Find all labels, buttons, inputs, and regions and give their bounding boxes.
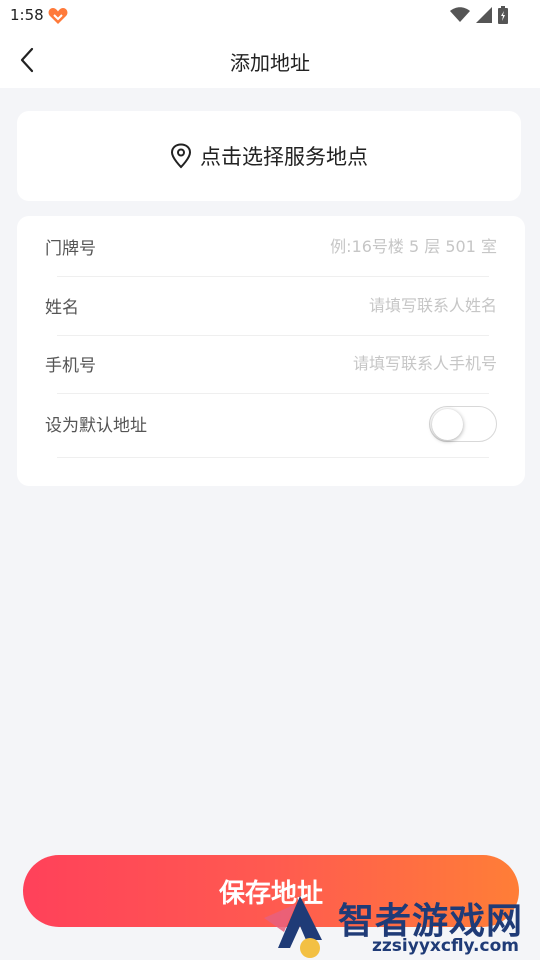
- phone-input[interactable]: [257, 354, 497, 373]
- battery-icon: [498, 6, 508, 24]
- phone-label: 手机号: [45, 356, 96, 376]
- status-icons: [450, 6, 508, 24]
- default-address-toggle[interactable]: [429, 405, 497, 442]
- default-address-row: 设为默认地址: [45, 394, 497, 453]
- select-location-label: 点击选择服务地点: [200, 145, 368, 169]
- map-pin-icon: [170, 143, 192, 169]
- default-address-label: 设为默认地址: [45, 416, 147, 436]
- app-heart-icon: [48, 8, 68, 24]
- status-time: 1:58: [10, 6, 44, 24]
- house-number-row: 门牌号: [45, 217, 497, 276]
- watermark-url: zzsiyyxcfly.com: [372, 936, 519, 956]
- name-row: 姓名: [45, 276, 497, 335]
- watermark-logo-icon: [264, 896, 322, 958]
- divider: [57, 457, 489, 458]
- house-number-input[interactable]: [257, 237, 497, 256]
- toggle-knob: [432, 408, 463, 440]
- nav-bar: 添加地址: [0, 32, 540, 88]
- house-number-label: 门牌号: [45, 239, 96, 259]
- page-title: 添加地址: [230, 51, 310, 75]
- name-label: 姓名: [45, 298, 79, 318]
- watermark: 智者游戏网 zzsiyyxcfly.com: [262, 892, 540, 960]
- phone-row: 手机号: [45, 334, 497, 393]
- status-bar: 1:58: [0, 0, 540, 32]
- address-form: 门牌号 姓名 手机号 设为默认地址: [17, 216, 525, 486]
- signal-icon: [476, 7, 492, 23]
- select-location-button[interactable]: 点击选择服务地点: [17, 111, 521, 201]
- name-input[interactable]: [257, 296, 497, 315]
- wifi-icon: [450, 7, 470, 22]
